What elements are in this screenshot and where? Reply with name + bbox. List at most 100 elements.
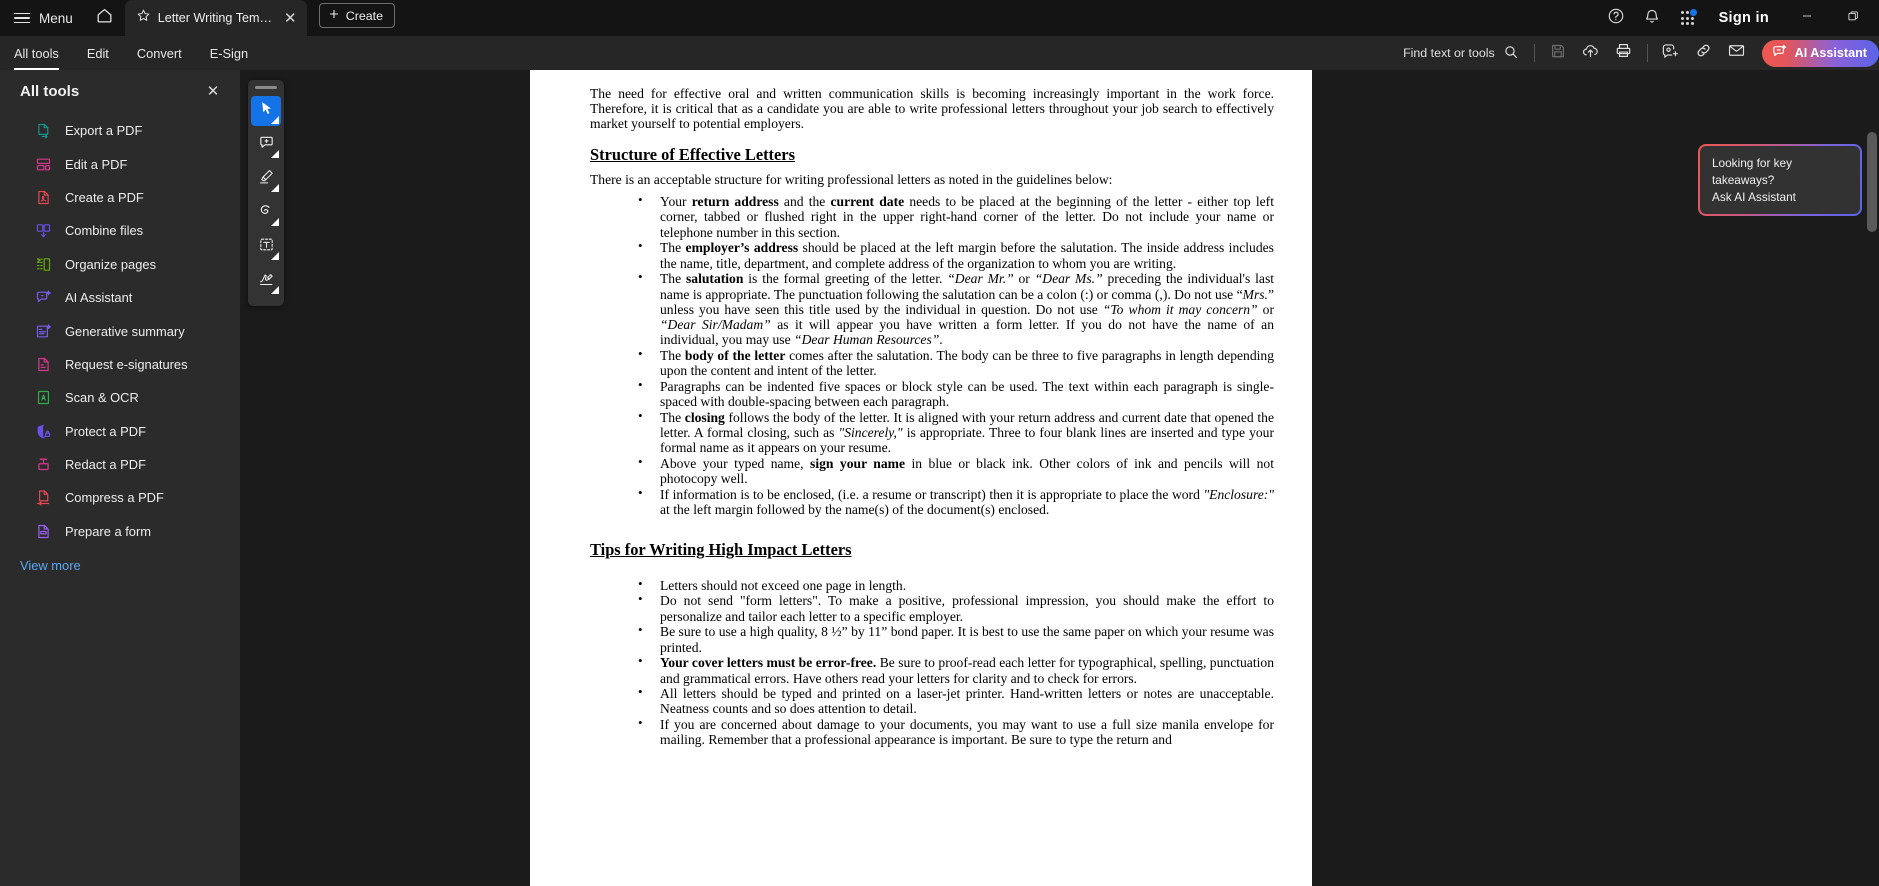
document-tab[interactable]: Letter Writing Template... ✕ bbox=[124, 0, 307, 36]
sidebar-item-label: AI Assistant bbox=[65, 290, 133, 306]
tab-all-tools-label: All tools bbox=[14, 45, 59, 61]
list-item: Your cover letters must be error-free. B… bbox=[590, 654, 1274, 685]
scrollbar-thumb[interactable] bbox=[1867, 132, 1877, 232]
share-link-button[interactable] bbox=[1688, 38, 1720, 68]
select-tool-button[interactable] bbox=[251, 96, 281, 126]
sidebar-item-label: Export a PDF bbox=[65, 123, 143, 139]
toolbar-drag-handle[interactable] bbox=[255, 86, 277, 89]
add-text-tool-button[interactable] bbox=[251, 232, 281, 262]
save-button[interactable] bbox=[1542, 38, 1574, 68]
minimize-window-button[interactable] bbox=[1785, 0, 1829, 36]
restore-window-button[interactable] bbox=[1831, 0, 1875, 36]
upload-cloud-icon bbox=[1581, 41, 1600, 65]
save-icon bbox=[1549, 42, 1567, 65]
sidebar-item-create-a-pdf[interactable]: Create a PDF bbox=[0, 181, 240, 214]
tab-convert[interactable]: Convert bbox=[123, 36, 196, 70]
find-text-or-tools-button[interactable]: Find text or tools bbox=[1399, 44, 1527, 63]
list-item: All letters should be typed and printed … bbox=[590, 685, 1274, 716]
close-icon[interactable]: ✕ bbox=[282, 10, 299, 27]
ai-assistant-label: AI Assistant bbox=[1794, 46, 1867, 60]
list-item: Paragraphs can be indented five spaces o… bbox=[590, 378, 1274, 409]
menu-bar: All tools Edit Convert E-Sign Find text … bbox=[0, 36, 1879, 70]
bell-icon bbox=[1643, 7, 1661, 30]
sidebar-item-label: Redact a PDF bbox=[65, 457, 146, 473]
minimize-icon bbox=[1800, 9, 1814, 28]
create-button[interactable]: Create bbox=[318, 3, 395, 28]
ai-assistant-button[interactable]: AI Assistant bbox=[1761, 39, 1879, 67]
chevron-down-icon bbox=[271, 184, 279, 192]
ai-callout-line-1: Looking for key takeaways? bbox=[1712, 156, 1793, 187]
sidebar-item-label: Edit a PDF bbox=[65, 156, 128, 172]
section-lead-structure: There is an acceptable structure for wri… bbox=[590, 172, 1113, 188]
sign-tool-button[interactable] bbox=[251, 266, 281, 296]
sidebar-item-scan-and-ocr[interactable]: Scan & OCR bbox=[0, 381, 240, 414]
draw-tool-button[interactable] bbox=[251, 198, 281, 228]
ai-assistant-icon bbox=[34, 289, 52, 307]
vertical-scrollbar[interactable] bbox=[1865, 70, 1879, 886]
menu-tab-list: All tools Edit Convert E-Sign bbox=[0, 36, 262, 70]
sidebar-item-redact-a-pdf[interactable]: Redact a PDF bbox=[0, 448, 240, 481]
sidebar-item-label: Request e-signatures bbox=[65, 356, 188, 372]
print-icon bbox=[1614, 41, 1633, 65]
prepare-form-icon bbox=[34, 522, 52, 540]
print-button[interactable] bbox=[1608, 38, 1640, 68]
pdf-page-content: The need for effective oral and written … bbox=[530, 70, 1312, 748]
tab-esign[interactable]: E-Sign bbox=[196, 36, 262, 70]
sidebar-item-protect-a-pdf[interactable]: Protect a PDF bbox=[0, 415, 240, 448]
sidebar-item-label: Scan & OCR bbox=[65, 390, 139, 406]
view-more-link[interactable]: View more bbox=[0, 548, 81, 573]
sidebar-item-compress-a-pdf[interactable]: Compress a PDF bbox=[0, 481, 240, 514]
title-bar-right: Sign in bbox=[1599, 0, 1879, 36]
notifications-button[interactable] bbox=[1635, 3, 1669, 33]
tab-edit-label: Edit bbox=[86, 45, 109, 61]
sidebar-item-label: Organize pages bbox=[65, 256, 157, 272]
sidebar-item-combine-files[interactable]: Combine files bbox=[0, 214, 240, 247]
sidebar-item-label: Generative summary bbox=[65, 323, 185, 339]
pdf-page[interactable]: The need for effective oral and written … bbox=[530, 70, 1312, 886]
help-button[interactable] bbox=[1599, 3, 1633, 33]
request-esign-icon bbox=[34, 355, 52, 373]
document-tab-title: Letter Writing Template... bbox=[157, 11, 275, 25]
create-button-label: Create bbox=[345, 8, 383, 23]
sidebar-item-label: Protect a PDF bbox=[65, 423, 146, 439]
sidebar-item-prepare-a-form[interactable]: Prepare a form bbox=[0, 515, 240, 548]
sidebar-item-edit-a-pdf[interactable]: Edit a PDF bbox=[0, 147, 240, 180]
highlight-tool-button[interactable] bbox=[251, 164, 281, 194]
email-button[interactable] bbox=[1721, 38, 1753, 68]
sign-in-button[interactable]: Sign in bbox=[1707, 3, 1783, 33]
structure-bullet-list: Your return address and the current date… bbox=[590, 193, 1274, 517]
redact-pdf-icon bbox=[34, 456, 52, 474]
sidebar-item-request-e-signatures[interactable]: Request e-signatures bbox=[0, 348, 240, 381]
ai-assistant-callout[interactable]: Looking for key takeaways? Ask AI Assist… bbox=[1698, 144, 1862, 216]
comment-tool-button[interactable] bbox=[251, 130, 281, 160]
sidebar-item-ai-assistant[interactable]: AI Assistant bbox=[0, 281, 240, 314]
tab-edit[interactable]: Edit bbox=[73, 36, 123, 70]
sidebar-item-export-a-pdf[interactable]: Export a PDF bbox=[0, 114, 240, 147]
document-viewer: The need for effective oral and written … bbox=[240, 70, 1879, 886]
title-bar-left: Menu Letter Writing Template... ✕ Create bbox=[0, 0, 395, 36]
organize-pages-icon bbox=[34, 255, 52, 273]
add-collaborator-button[interactable] bbox=[1655, 38, 1687, 68]
tab-all-tools[interactable]: All tools bbox=[0, 36, 73, 70]
search-icon bbox=[1503, 44, 1519, 63]
compress-pdf-icon bbox=[34, 489, 52, 507]
apps-button[interactable] bbox=[1671, 3, 1705, 33]
chevron-down-icon bbox=[271, 150, 279, 158]
sidebar-item-generative-summary[interactable]: Generative summary bbox=[0, 314, 240, 347]
annotation-toolbar bbox=[248, 80, 284, 306]
menu-button-label: Menu bbox=[39, 10, 73, 26]
chevron-down-icon bbox=[271, 116, 279, 124]
sidebar-title: All tools bbox=[20, 82, 80, 100]
create-pdf-icon bbox=[34, 188, 52, 206]
mail-icon bbox=[1727, 41, 1746, 65]
close-icon[interactable]: ✕ bbox=[204, 82, 222, 100]
sidebar-item-organize-pages[interactable]: Organize pages bbox=[0, 248, 240, 281]
upload-to-cloud-button[interactable] bbox=[1575, 38, 1607, 68]
sidebar-item-label: Compress a PDF bbox=[65, 490, 164, 506]
home-button[interactable] bbox=[85, 0, 125, 36]
intro-paragraph: The need for effective oral and written … bbox=[590, 86, 1274, 132]
star-icon[interactable] bbox=[136, 8, 151, 28]
combine-files-icon bbox=[34, 222, 52, 240]
list-item: Do not send "form letters". To make a po… bbox=[590, 592, 1274, 623]
menu-button[interactable]: Menu bbox=[0, 0, 85, 36]
